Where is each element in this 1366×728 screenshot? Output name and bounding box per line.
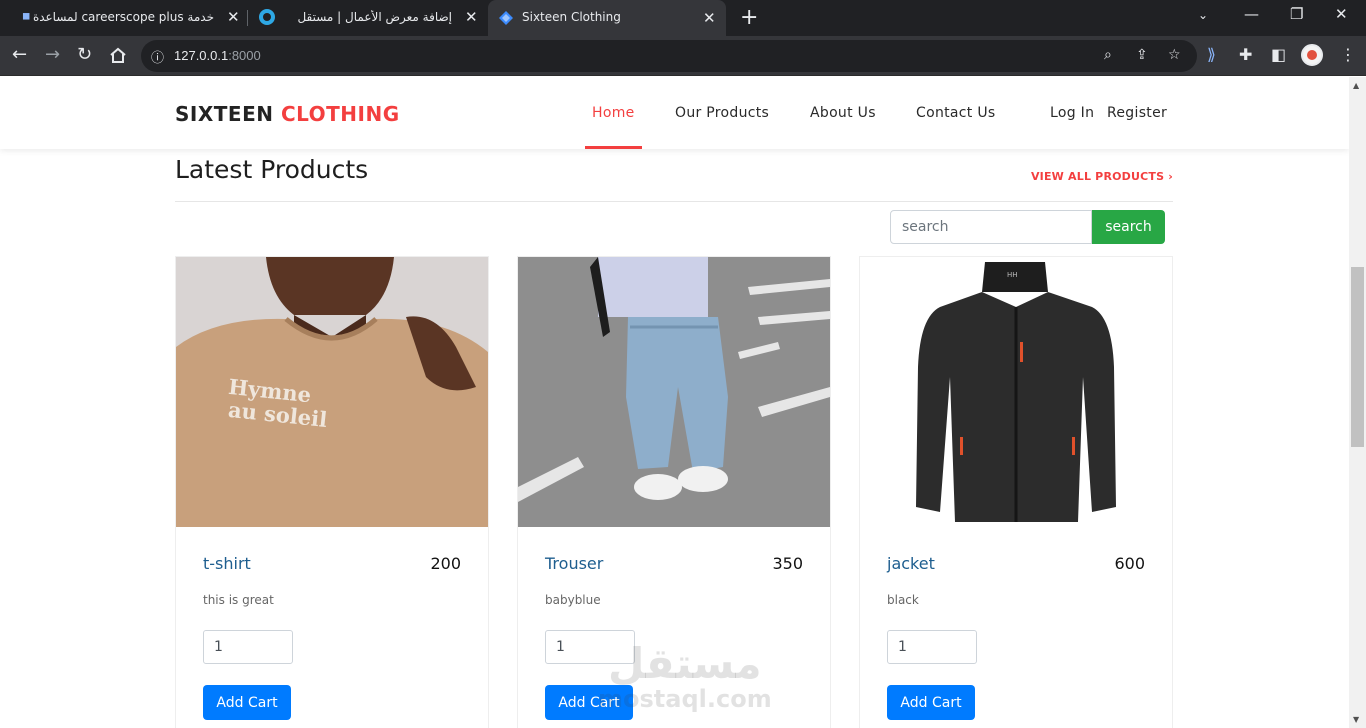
view-all-products-link[interactable]: VIEW ALL PRODUCTS › [1031, 170, 1173, 183]
reload-icon[interactable]: ↻ [77, 44, 92, 65]
product-price: 600 [1114, 554, 1145, 573]
url-text[interactable]: 127.0.0.1:8000 [174, 48, 261, 63]
page-viewport: SIXTEEN CLOTHING Home Our Products About… [0, 77, 1349, 728]
search-button[interactable]: search [1092, 210, 1165, 244]
nav-about-us[interactable]: About Us [810, 105, 876, 121]
menu-dots-icon[interactable]: ⋮ [1340, 45, 1356, 64]
mostaql-favicon-icon: ◼ [22, 11, 31, 22]
section-divider [175, 201, 1173, 202]
quantity-input[interactable] [545, 630, 635, 664]
product-name[interactable]: Trouser [545, 554, 603, 573]
close-tab-icon[interactable]: ✕ [465, 8, 478, 26]
info-icon[interactable]: ⓘ [151, 47, 164, 66]
profile-avatar[interactable] [1301, 44, 1323, 66]
scroll-down-arrow-icon[interactable]: ▼ [1353, 715, 1359, 724]
new-tab-plus-icon[interactable]: + [740, 5, 758, 30]
product-card: HH jacket 600 black Add Cart [859, 256, 1173, 728]
minimize-icon[interactable]: — [1244, 5, 1259, 23]
close-window-icon[interactable]: ✕ [1335, 5, 1348, 23]
product-price: 350 [772, 554, 803, 573]
share-icon[interactable]: ⇪ [1136, 47, 1148, 63]
address-bar[interactable]: ⓘ 127.0.0.1:8000 ⌕ ⇪ ☆ [141, 40, 1197, 72]
nav-home[interactable]: Home [592, 105, 635, 121]
tab-search-chevron-icon[interactable]: ⌄ [1198, 8, 1208, 22]
browser-tab-bar: ◼ خدمة careerscope plus لمساعدة ✕ إضافة … [0, 0, 1366, 36]
jacket-icon[interactable]: HH [860, 257, 1172, 527]
site-logo[interactable]: SIXTEEN CLOTHING [175, 102, 400, 126]
mostaql-circle-favicon-icon [259, 9, 275, 25]
site-header: SIXTEEN CLOTHING Home Our Products About… [0, 77, 1349, 149]
product-card: Trouser 350 babyblue Add Cart [517, 256, 831, 728]
scroll-up-arrow-icon[interactable]: ▲ [1353, 81, 1359, 90]
nav-register[interactable]: Register [1107, 105, 1167, 121]
active-nav-underline [585, 146, 642, 149]
tab-title: إضافة معرض الأعمال | مستقل [297, 10, 452, 24]
forward-arrow-icon[interactable]: → [45, 44, 60, 65]
tshirt-icon[interactable]: Hymne au soleil [176, 257, 488, 527]
product-card: Hymne au soleil t-shirt 200 this is grea… [175, 256, 489, 728]
browser-tab-sixteen-clothing[interactable]: Sixteen Clothing ✕ [488, 0, 726, 36]
quantity-input[interactable] [203, 630, 293, 664]
close-tab-icon[interactable]: ✕ [703, 9, 716, 27]
add-cart-button[interactable]: Add Cart [203, 685, 291, 720]
product-description: babyblue [545, 593, 601, 607]
scrollbar-thumb[interactable] [1351, 267, 1364, 447]
quantity-input[interactable] [887, 630, 977, 664]
trouser-icon[interactable] [518, 257, 830, 527]
product-name[interactable]: jacket [887, 554, 935, 573]
page-scrollbar[interactable]: ▲ ▼ [1349, 77, 1366, 728]
puzzle-extensions-icon[interactable]: ✚ [1239, 45, 1252, 64]
restore-icon[interactable]: ❐ [1290, 5, 1303, 23]
nav-log-in[interactable]: Log In [1050, 105, 1094, 121]
home-icon[interactable] [109, 47, 127, 64]
back-arrow-icon[interactable]: ← [12, 44, 27, 65]
close-tab-icon[interactable]: ✕ [227, 8, 240, 26]
nav-our-products[interactable]: Our Products [675, 105, 769, 121]
tab-title: خدمة careerscope plus لمساعدة [32, 10, 214, 24]
zoom-icon[interactable]: ⌕ [1104, 47, 1112, 63]
add-cart-button[interactable]: Add Cart [887, 685, 975, 720]
nav-contact-us[interactable]: Contact Us [916, 105, 995, 121]
add-cart-button[interactable]: Add Cart [545, 685, 633, 720]
search-input[interactable] [890, 210, 1092, 244]
bookmark-star-icon[interactable]: ☆ [1168, 47, 1181, 63]
section-title: Latest Products [175, 155, 369, 184]
product-description: this is great [203, 593, 274, 607]
product-price: 200 [430, 554, 461, 573]
product-description: black [887, 593, 919, 607]
product-name[interactable]: t-shirt [203, 554, 251, 573]
browser-tab-careerscope[interactable]: ◼ خدمة careerscope plus لمساعدة ✕ [8, 0, 248, 35]
side-panel-icon[interactable]: ◧ [1271, 45, 1286, 64]
diamond-favicon-icon [499, 11, 513, 25]
tab-title: Sixteen Clothing [522, 10, 621, 24]
extension-wave-icon[interactable]: ⟫ [1207, 45, 1216, 64]
browser-tab-mostaql[interactable]: إضافة معرض الأعمال | مستقل ✕ [248, 0, 486, 35]
svg-text:HH: HH [1007, 271, 1018, 279]
browser-toolbar: ← → ↻ ⓘ 127.0.0.1:8000 ⌕ ⇪ ☆ ⟫ ✚ ◧ ⋮ [0, 36, 1366, 76]
